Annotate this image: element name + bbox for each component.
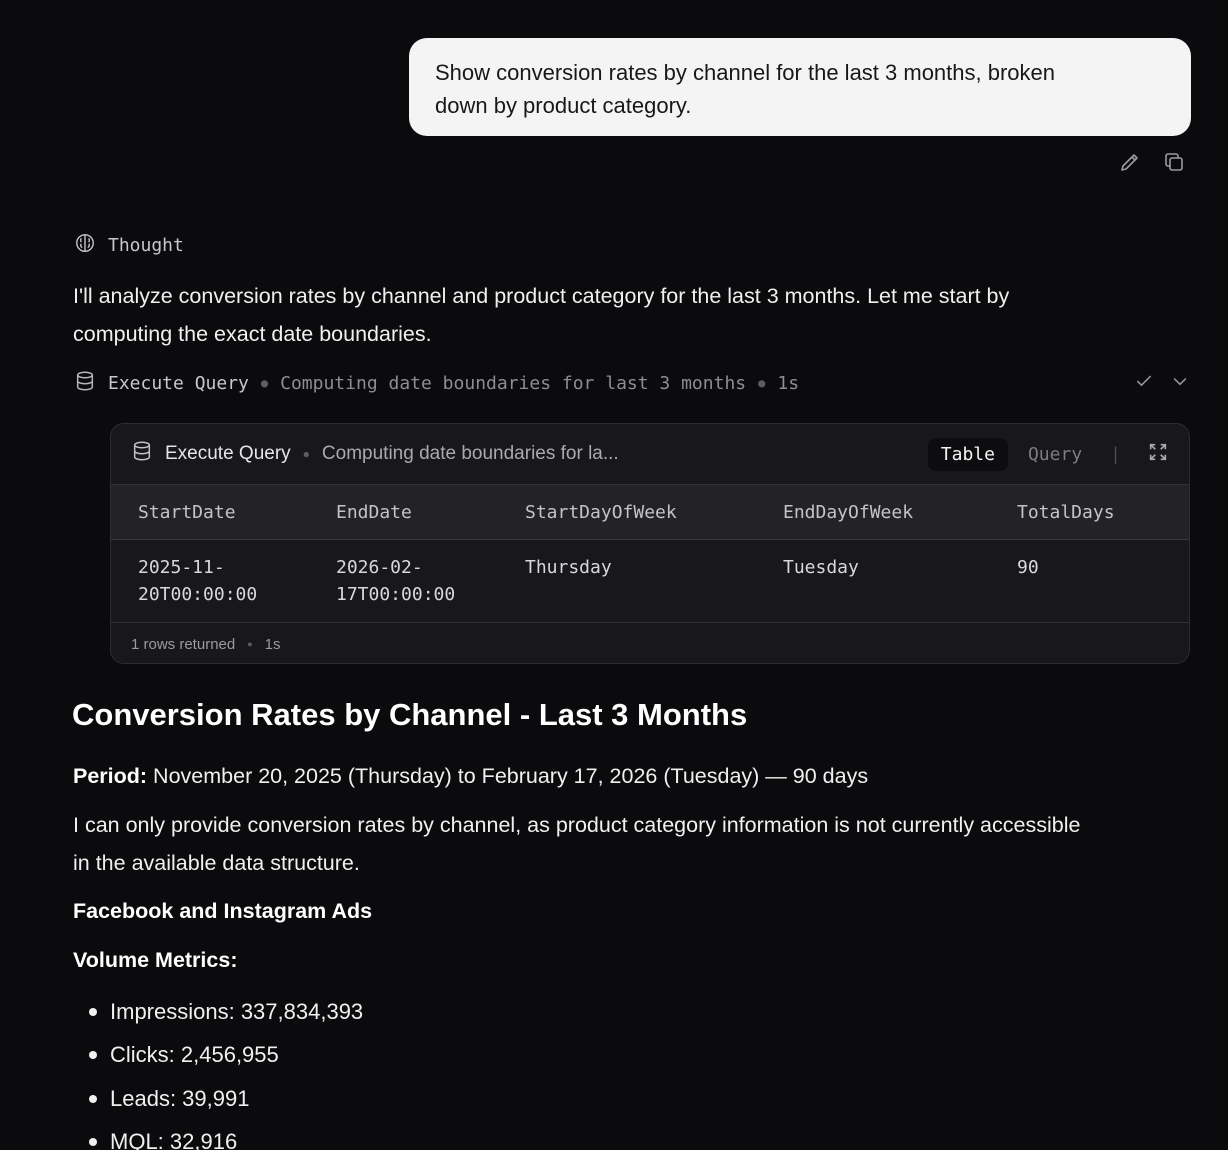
note-line-2: in the available data structure. — [73, 851, 360, 875]
list-item: Impressions: 337,834,393 — [72, 990, 363, 1034]
column-header[interactable]: EndDate — [309, 484, 498, 540]
end-date-part-2: 17T00:00:00 — [336, 584, 456, 605]
channel-heading: Facebook and Instagram Ads — [73, 899, 373, 923]
tool-call-duration: 1s — [777, 372, 800, 394]
bullet-icon — [89, 1051, 97, 1060]
bullet-icon — [89, 1094, 97, 1103]
period-value: November 20, 2025 (Thursday) to February… — [147, 764, 869, 788]
end-date-part-1: 2026-02- — [336, 557, 423, 578]
separator-dot: ● — [302, 447, 310, 461]
table-row: 2025-11- 20T00:00:00 2026-02- 17T00:00:0… — [111, 539, 1189, 623]
chevron-down-icon[interactable] — [1170, 371, 1190, 396]
list-item: Leads: 39,991 — [72, 1077, 363, 1121]
table-header-row: StartDate EndDate StartDayOfWeek EndDayO… — [111, 484, 1189, 540]
footer-duration: 1s — [264, 635, 281, 653]
edit-icon[interactable] — [1116, 148, 1144, 176]
tool-call-row[interactable]: Execute Query ● Computing date boundarie… — [74, 368, 1190, 398]
database-icon — [74, 370, 96, 397]
separator-dot: ● — [758, 376, 766, 390]
thought-label: Thought — [108, 235, 184, 256]
result-card-description: Computing date boundaries for la... — [321, 443, 619, 464]
list-item: MQL: 32,916 — [72, 1121, 363, 1150]
period-label: Period: — [73, 764, 148, 788]
metric-text: Clicks: 2,456,955 — [110, 1042, 279, 1068]
volume-heading: Volume Metrics: — [73, 948, 238, 972]
rows-returned-text: 1 rows returned — [131, 635, 236, 653]
results-table: StartDate EndDate StartDayOfWeek EndDayO… — [111, 484, 1189, 623]
separator-dot: ● — [260, 376, 269, 390]
tab-table[interactable]: Table — [927, 437, 1008, 471]
tool-call-name: Execute Query — [108, 372, 249, 394]
intro-line-1: I'll analyze conversion rates by channel… — [73, 284, 1010, 308]
intro-line-2: computing the exact date boundaries. — [73, 322, 432, 346]
user-message-line-1: Show conversion rates by channel for the… — [435, 60, 1056, 85]
note-line-1: I can only provide conversion rates by c… — [73, 813, 1081, 837]
table-cell: 90 — [990, 539, 1189, 623]
result-card-header: Execute Query ● Computing date boundarie… — [111, 424, 1189, 484]
table-cell: Thursday — [498, 539, 756, 623]
copy-icon[interactable] — [1160, 148, 1188, 176]
result-card-title: Execute Query — [165, 443, 291, 464]
expand-icon[interactable] — [1147, 441, 1169, 468]
column-header[interactable]: StartDate — [111, 484, 309, 540]
column-header[interactable]: StartDayOfWeek — [498, 484, 756, 540]
metric-text: Impressions: 337,834,393 — [110, 998, 364, 1024]
metric-text: MQL: 32,916 — [110, 1129, 238, 1150]
bullet-icon — [89, 1138, 97, 1147]
view-toggle: Table Query | — [927, 437, 1169, 471]
start-date-part-2: 20T00:00:00 — [138, 584, 258, 605]
bullet-icon — [89, 1007, 97, 1016]
table-cell: Tuesday — [756, 539, 990, 623]
chat-page: Show conversion rates by channel for the… — [0, 0, 1228, 1150]
note-paragraph: I can only provide conversion rates by c… — [73, 806, 1080, 882]
table-cell: 2026-02- 17T00:00:00 — [309, 539, 498, 623]
query-result-card: Execute Query ● Computing date boundarie… — [110, 423, 1190, 664]
check-icon — [1134, 371, 1154, 396]
metrics-list: Impressions: 337,834,393 Clicks: 2,456,9… — [72, 990, 363, 1150]
database-icon — [131, 440, 153, 468]
tool-call-description: Computing date boundaries for last 3 mon… — [280, 372, 747, 394]
column-header[interactable]: EndDayOfWeek — [756, 484, 990, 540]
thought-toggle[interactable]: Thought — [74, 232, 184, 259]
brain-icon — [74, 232, 96, 259]
period-paragraph: Period: November 20, 2025 (Thursday) to … — [73, 757, 868, 795]
tab-query[interactable]: Query — [1016, 438, 1094, 471]
intro-paragraph: I'll analyze conversion rates by channel… — [73, 277, 1009, 353]
list-item: Clicks: 2,456,955 — [72, 1034, 363, 1078]
metric-text: Leads: 39,991 — [110, 1085, 250, 1111]
table-cell: 2025-11- 20T00:00:00 — [111, 539, 309, 623]
user-message-line-2: down by product category. — [435, 93, 692, 118]
user-message-bubble: Show conversion rates by channel for the… — [409, 38, 1191, 136]
report-heading: Conversion Rates by Channel - Last 3 Mon… — [72, 697, 748, 732]
message-actions — [1116, 148, 1188, 176]
separator-dot: ● — [247, 639, 253, 649]
column-header[interactable]: TotalDays — [990, 484, 1189, 540]
tab-divider: | — [1110, 443, 1121, 465]
start-date-part-1: 2025-11- — [138, 557, 225, 578]
result-card-footer: 1 rows returned ● 1s — [111, 623, 1189, 663]
